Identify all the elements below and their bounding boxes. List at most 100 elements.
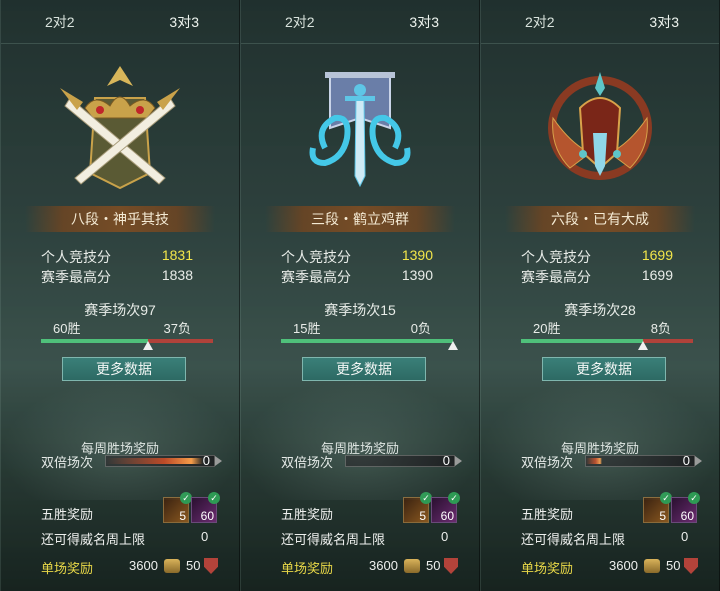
treasure-chest-icon[interactable]: ✓ 5: [643, 492, 672, 523]
personal-score-value: 1831: [161, 247, 193, 263]
fame-limit-value: 0: [441, 529, 449, 544]
season-high-value: 1699: [641, 267, 673, 283]
personal-score-value: 1390: [401, 247, 433, 263]
win-ratio-bar: [281, 339, 458, 350]
more-data-button[interactable]: 更多数据: [62, 357, 186, 381]
double-matches-label: 双倍场次: [41, 455, 94, 470]
shield-icon: [444, 558, 458, 574]
fame-limit-value: 0: [681, 529, 689, 544]
item-count: 60: [680, 509, 694, 523]
tab-2v2[interactable]: 2对2: [285, 0, 315, 43]
personal-score-row: 个人竞技分 1699: [521, 247, 673, 267]
rank-title: 六段・已有大成: [505, 206, 695, 232]
five-win-reward-label: 五胜奖励: [281, 507, 334, 522]
rank-title: 八段・神乎其技: [25, 206, 215, 232]
double-matches-label: 双倍场次: [281, 455, 334, 470]
rank-title: 三段・鹤立鸡群: [265, 206, 455, 232]
season-high-row: 赛季最高分 1699: [521, 267, 673, 287]
wins-label: 60胜: [53, 321, 81, 336]
tab-3v3[interactable]: 3对3: [409, 0, 439, 43]
five-win-reward-label: 五胜奖励: [521, 507, 574, 522]
more-data-button[interactable]: 更多数据: [542, 357, 666, 381]
double-matches-bar: 0: [105, 453, 222, 468]
double-matches-label: 双倍场次: [521, 455, 574, 470]
mode-tabs: 2对2 3对3: [241, 0, 479, 44]
tab-2v2[interactable]: 2对2: [525, 0, 555, 43]
item-count: 5: [419, 509, 426, 523]
personal-score-label: 个人竞技分: [281, 249, 351, 265]
checkmark-icon: ✓: [208, 492, 220, 504]
fame-limit-value: 0: [201, 529, 209, 544]
losses-label: 0负: [410, 321, 431, 336]
gem-reward-icon[interactable]: ✓ 60: [191, 492, 220, 523]
personal-score-row: 个人竞技分 1390: [281, 247, 433, 267]
shield-icon: [684, 558, 698, 574]
fame-limit-label: 还可得威名周上限: [281, 532, 386, 547]
season-matches: 赛季场次28: [564, 302, 636, 318]
season-high-label: 赛季最高分: [281, 269, 351, 285]
win-loss-row: 60胜 37负: [53, 318, 191, 337]
coin-reward-value: 3600: [609, 558, 638, 573]
win-ratio-marker: [448, 341, 458, 350]
double-matches-count: 0: [682, 453, 690, 468]
item-count: 5: [179, 509, 186, 523]
single-reward-label: 单场奖励: [281, 561, 334, 576]
wins-label: 20胜: [533, 321, 561, 336]
more-data-button[interactable]: 更多数据: [302, 357, 426, 381]
win-ratio-marker: [638, 341, 649, 350]
fame-reward-value: 50: [666, 558, 681, 573]
gem-reward-icon[interactable]: ✓ 60: [431, 492, 460, 523]
double-matches-count: 0: [202, 453, 210, 468]
double-matches-glow: [106, 458, 204, 464]
five-win-reward-label: 五胜奖励: [41, 507, 94, 522]
personal-score-value: 1699: [641, 247, 673, 263]
win-ratio-fill: [41, 339, 148, 343]
crossed-blades-crown-icon: [60, 66, 180, 190]
win-ratio-fill: [521, 339, 644, 343]
wins-label: 15胜: [293, 321, 321, 336]
coin-icon: [644, 559, 660, 573]
win-ratio-bar: [521, 339, 693, 350]
fame-limit-label: 还可得威名周上限: [521, 532, 626, 547]
treasure-chest-icon[interactable]: ✓ 5: [163, 492, 192, 523]
tab-3v3[interactable]: 3对3: [649, 0, 679, 43]
season-matches: 赛季场次15: [324, 302, 396, 318]
season-high-value: 1390: [401, 267, 433, 283]
checkmark-icon: ✓: [448, 492, 460, 504]
losses-label: 8负: [650, 321, 671, 336]
rank-panel-3: 2对2 3对3 六段・已有大成 个人竞技分 1699 赛季最高分 1699 赛季…: [480, 0, 720, 591]
season-high-label: 赛季最高分: [521, 269, 591, 285]
win-ratio-marker: [142, 341, 153, 350]
double-matches-glow: [586, 458, 603, 464]
personal-score-label: 个人竞技分: [521, 249, 591, 265]
rank-panel-2: 2对2 3对3 三段・鹤立鸡群 个人竞技分 1390 赛季最高分 1390 赛季…: [240, 0, 480, 591]
double-matches-bar: 0: [585, 453, 702, 468]
arena-board: 2对2 3对3 八段・神乎其技 个人竞技分 1831 赛季最高分 1838 赛季…: [0, 0, 720, 591]
win-ratio-fill: [281, 339, 453, 343]
tab-2v2[interactable]: 2对2: [45, 0, 75, 43]
arrow-right-icon: [215, 456, 222, 466]
arrow-right-icon: [695, 456, 702, 466]
banner-sword-dragon-icon: [309, 72, 411, 188]
season-matches: 赛季场次97: [84, 302, 156, 318]
item-count: 60: [440, 509, 454, 523]
item-count: 5: [659, 509, 666, 523]
season-high-row: 赛季最高分 1838: [41, 267, 193, 287]
losses-label: 37负: [163, 321, 191, 336]
mode-tabs: 2对2 3对3: [481, 0, 719, 44]
win-loss-row: 15胜 0负: [293, 318, 431, 337]
rank-panel-1: 2对2 3对3 八段・神乎其技 个人竞技分 1831 赛季最高分 1838 赛季…: [0, 0, 240, 591]
season-high-value: 1838: [161, 267, 193, 283]
treasure-chest-icon[interactable]: ✓ 5: [403, 492, 432, 523]
season-high-label: 赛季最高分: [41, 269, 111, 285]
single-reward-label: 单场奖励: [521, 561, 574, 576]
coin-icon: [404, 559, 420, 573]
tab-3v3[interactable]: 3对3: [169, 0, 199, 43]
item-count: 60: [200, 509, 214, 523]
gem-reward-icon[interactable]: ✓ 60: [671, 492, 700, 523]
fame-limit-label: 还可得威名周上限: [41, 532, 146, 547]
fame-reward-value: 50: [186, 558, 201, 573]
ornate-helm-wings-icon: [548, 72, 652, 180]
coin-icon: [164, 559, 180, 573]
double-matches-bar: 0: [345, 453, 462, 468]
